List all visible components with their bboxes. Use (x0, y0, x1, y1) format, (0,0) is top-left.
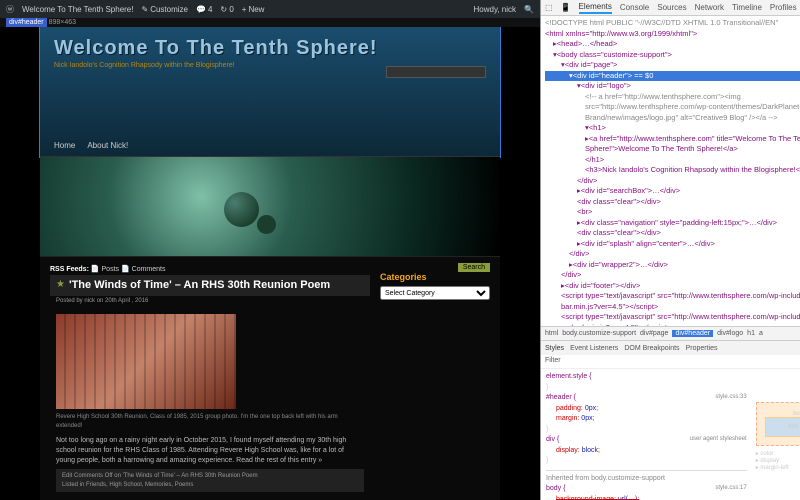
breadcrumb[interactable]: htmlbody.customize-supportdiv#pagediv#he… (541, 326, 800, 340)
devtools-panel: ⬚ 📱 Elements Console Sources Network Tim… (540, 0, 800, 500)
page-viewport: Welcome To The Tenth Sphere! Nick Iandol… (0, 27, 540, 500)
box-model: Show all border898 × 463 ▸ color▸ displa… (752, 369, 800, 500)
image-caption: Revere High School 30th Reunion, Class o… (56, 413, 364, 430)
categories-heading: Categories (380, 272, 490, 282)
wp-logo-icon[interactable]: ⓦ (6, 4, 14, 15)
howdy-link[interactable]: Howdy, nick (474, 5, 517, 14)
inspect-icon[interactable]: ⬚ (545, 3, 553, 12)
main-column: RSS Feeds: 📄 Posts 📄 Comments ★ 'The Wind… (50, 263, 370, 500)
dom-tree[interactable]: <!DOCTYPE html PUBLIC "-//W3C//DTD XHTML… (541, 16, 800, 326)
post-image[interactable] (56, 314, 236, 409)
tab-properties[interactable]: Properties (686, 345, 718, 352)
post: ★ 'The Winds of Time' – An RHS 30th Reuni… (50, 275, 370, 496)
nav-about[interactable]: About Nick! (87, 141, 128, 150)
styles-pane: Styles Event Listeners DOM Breakpoints P… (541, 340, 800, 500)
star-icon: ★ (56, 279, 65, 290)
post-excerpt: Not too long ago on a rainy night early … (56, 436, 364, 465)
wp-admin-bar: ⓦ Welcome To The Tenth Sphere! ✎ Customi… (0, 0, 540, 18)
site-name-link[interactable]: Welcome To The Tenth Sphere! (22, 5, 133, 14)
updates-icon[interactable]: ↻ 0 (220, 5, 233, 14)
device-icon[interactable]: 📱 (561, 3, 571, 12)
post-title[interactable]: 'The Winds of Time' – An RHS 30th Reunio… (69, 279, 330, 292)
site-title[interactable]: Welcome To The Tenth Sphere! (54, 37, 486, 60)
tab-elements[interactable]: Elements (579, 2, 612, 14)
customize-link[interactable]: ✎ Customize (141, 5, 188, 14)
sidebar: Search Categories Select Category (380, 263, 490, 500)
rss-feeds: RSS Feeds: 📄 Posts 📄 Comments (50, 263, 370, 275)
tab-dom-breakpoints[interactable]: DOM Breakpoints (624, 345, 679, 352)
site-header: Welcome To The Tenth Sphere! Nick Iandol… (40, 27, 500, 157)
devtools-tabs: ⬚ 📱 Elements Console Sources Network Tim… (541, 0, 800, 16)
new-link[interactable]: + New (242, 5, 265, 14)
inspector-overlay-label: div#header 898×463 (0, 18, 540, 27)
search-icon[interactable]: 🔍 (524, 5, 534, 14)
tab-console[interactable]: Console (620, 3, 649, 12)
splash-image (40, 157, 500, 257)
tab-network[interactable]: Network (695, 3, 724, 12)
main-nav: Home About Nick! (54, 141, 128, 150)
browser-viewport: ⓦ Welcome To The Tenth Sphere! ✎ Customi… (0, 0, 540, 500)
css-rules[interactable]: element.style {}#header {style.css:33pad… (541, 369, 752, 500)
tab-sources[interactable]: Sources (657, 3, 686, 12)
sidebar-search-button[interactable]: Search (458, 263, 490, 272)
category-select[interactable]: Select Category (380, 286, 490, 300)
nav-home[interactable]: Home (54, 141, 75, 150)
header-search-input[interactable] (386, 66, 486, 78)
tab-event-listeners[interactable]: Event Listeners (570, 345, 618, 352)
filter-input[interactable]: Filter (545, 357, 561, 364)
tab-profiles[interactable]: Profiles (770, 3, 797, 12)
tab-styles[interactable]: Styles (545, 345, 564, 352)
comments-icon[interactable]: 💬 4 (196, 5, 212, 14)
post-meta: Posted by nick on 20th April , 2016 (50, 296, 370, 306)
tab-timeline[interactable]: Timeline (732, 3, 762, 12)
post-footer: Edit Comments Off on 'The Winds of Time'… (56, 469, 364, 492)
